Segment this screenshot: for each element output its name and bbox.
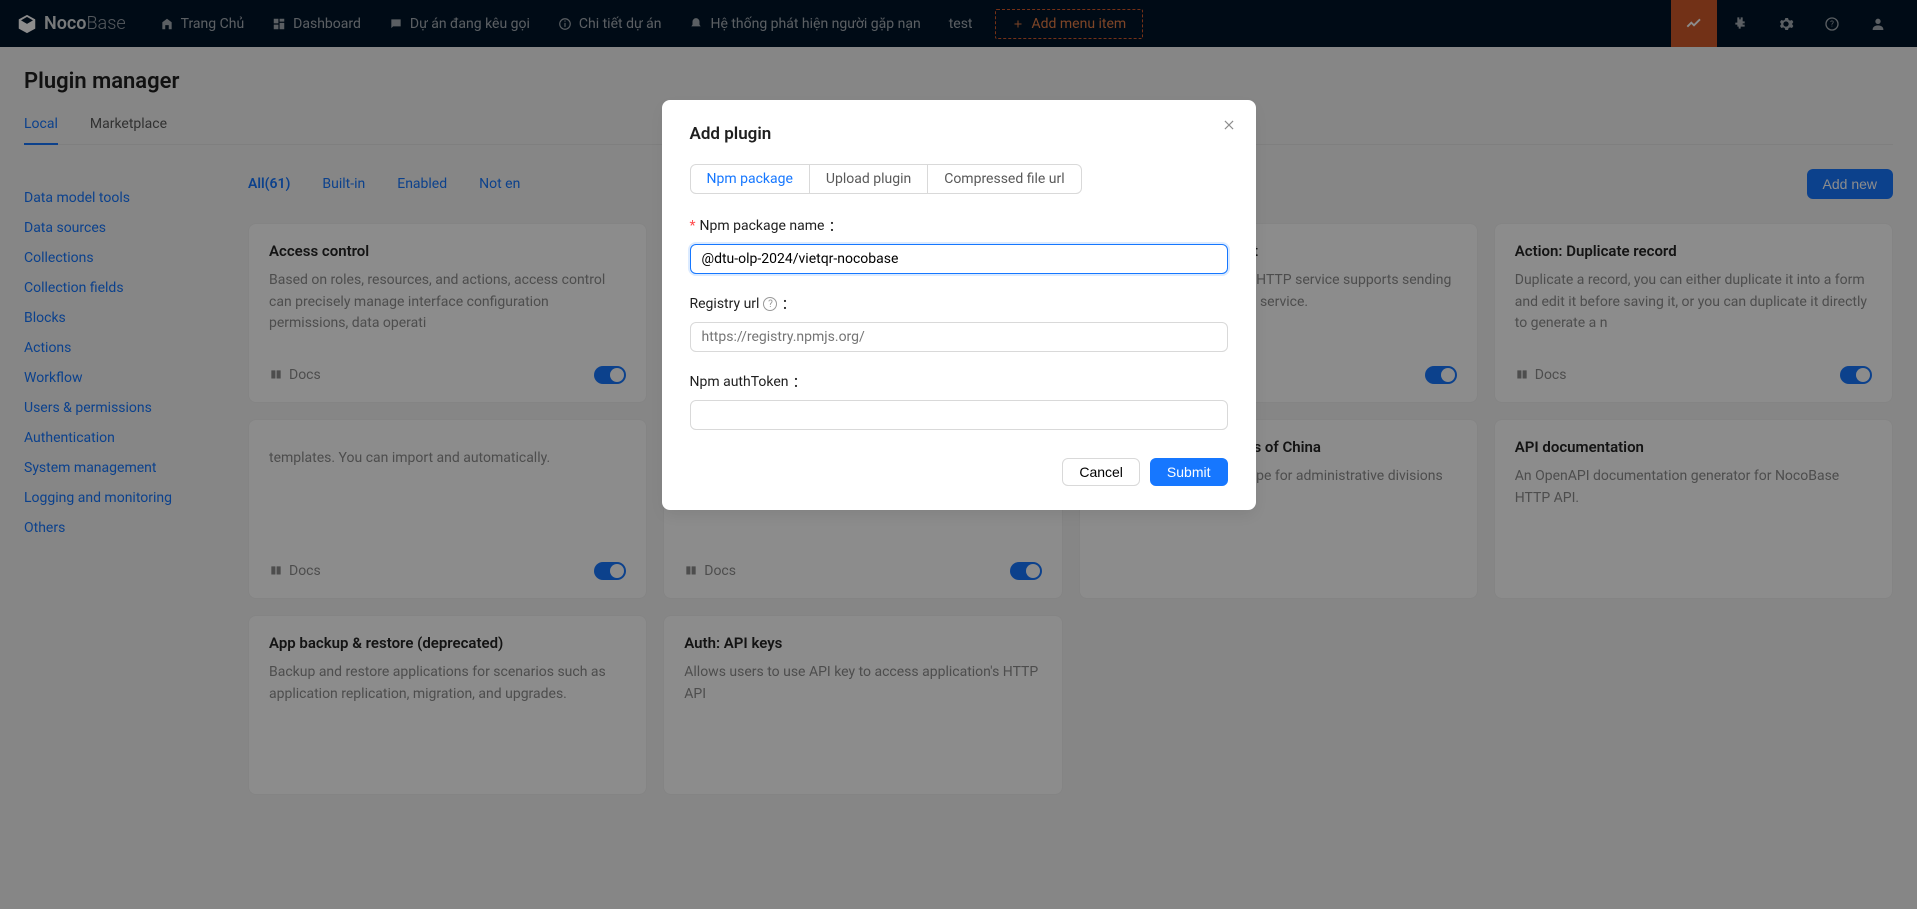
label-registry: Registry url?：	[690, 294, 1228, 314]
modal-title: Add plugin	[690, 124, 1228, 144]
seg-upload[interactable]: Upload plugin	[810, 165, 928, 193]
help-icon[interactable]: ?	[763, 297, 777, 311]
segment-control: Npm package Upload plugin Compressed fil…	[690, 164, 1082, 194]
close-button[interactable]	[1222, 118, 1236, 132]
label-authtoken: Npm authToken：	[690, 372, 1228, 392]
label-npm-name: *Npm package name：	[690, 216, 1228, 236]
input-authtoken[interactable]	[690, 400, 1228, 430]
seg-npm[interactable]: Npm package	[691, 165, 810, 193]
input-registry[interactable]	[690, 322, 1228, 352]
input-npm-name[interactable]	[690, 244, 1228, 274]
submit-button[interactable]: Submit	[1150, 458, 1228, 486]
add-plugin-modal: Add plugin Npm package Upload plugin Com…	[662, 100, 1256, 510]
close-icon	[1222, 118, 1236, 132]
seg-url[interactable]: Compressed file url	[928, 165, 1080, 193]
cancel-button[interactable]: Cancel	[1062, 458, 1140, 486]
modal-overlay[interactable]: Add plugin Npm package Upload plugin Com…	[0, 0, 1917, 909]
